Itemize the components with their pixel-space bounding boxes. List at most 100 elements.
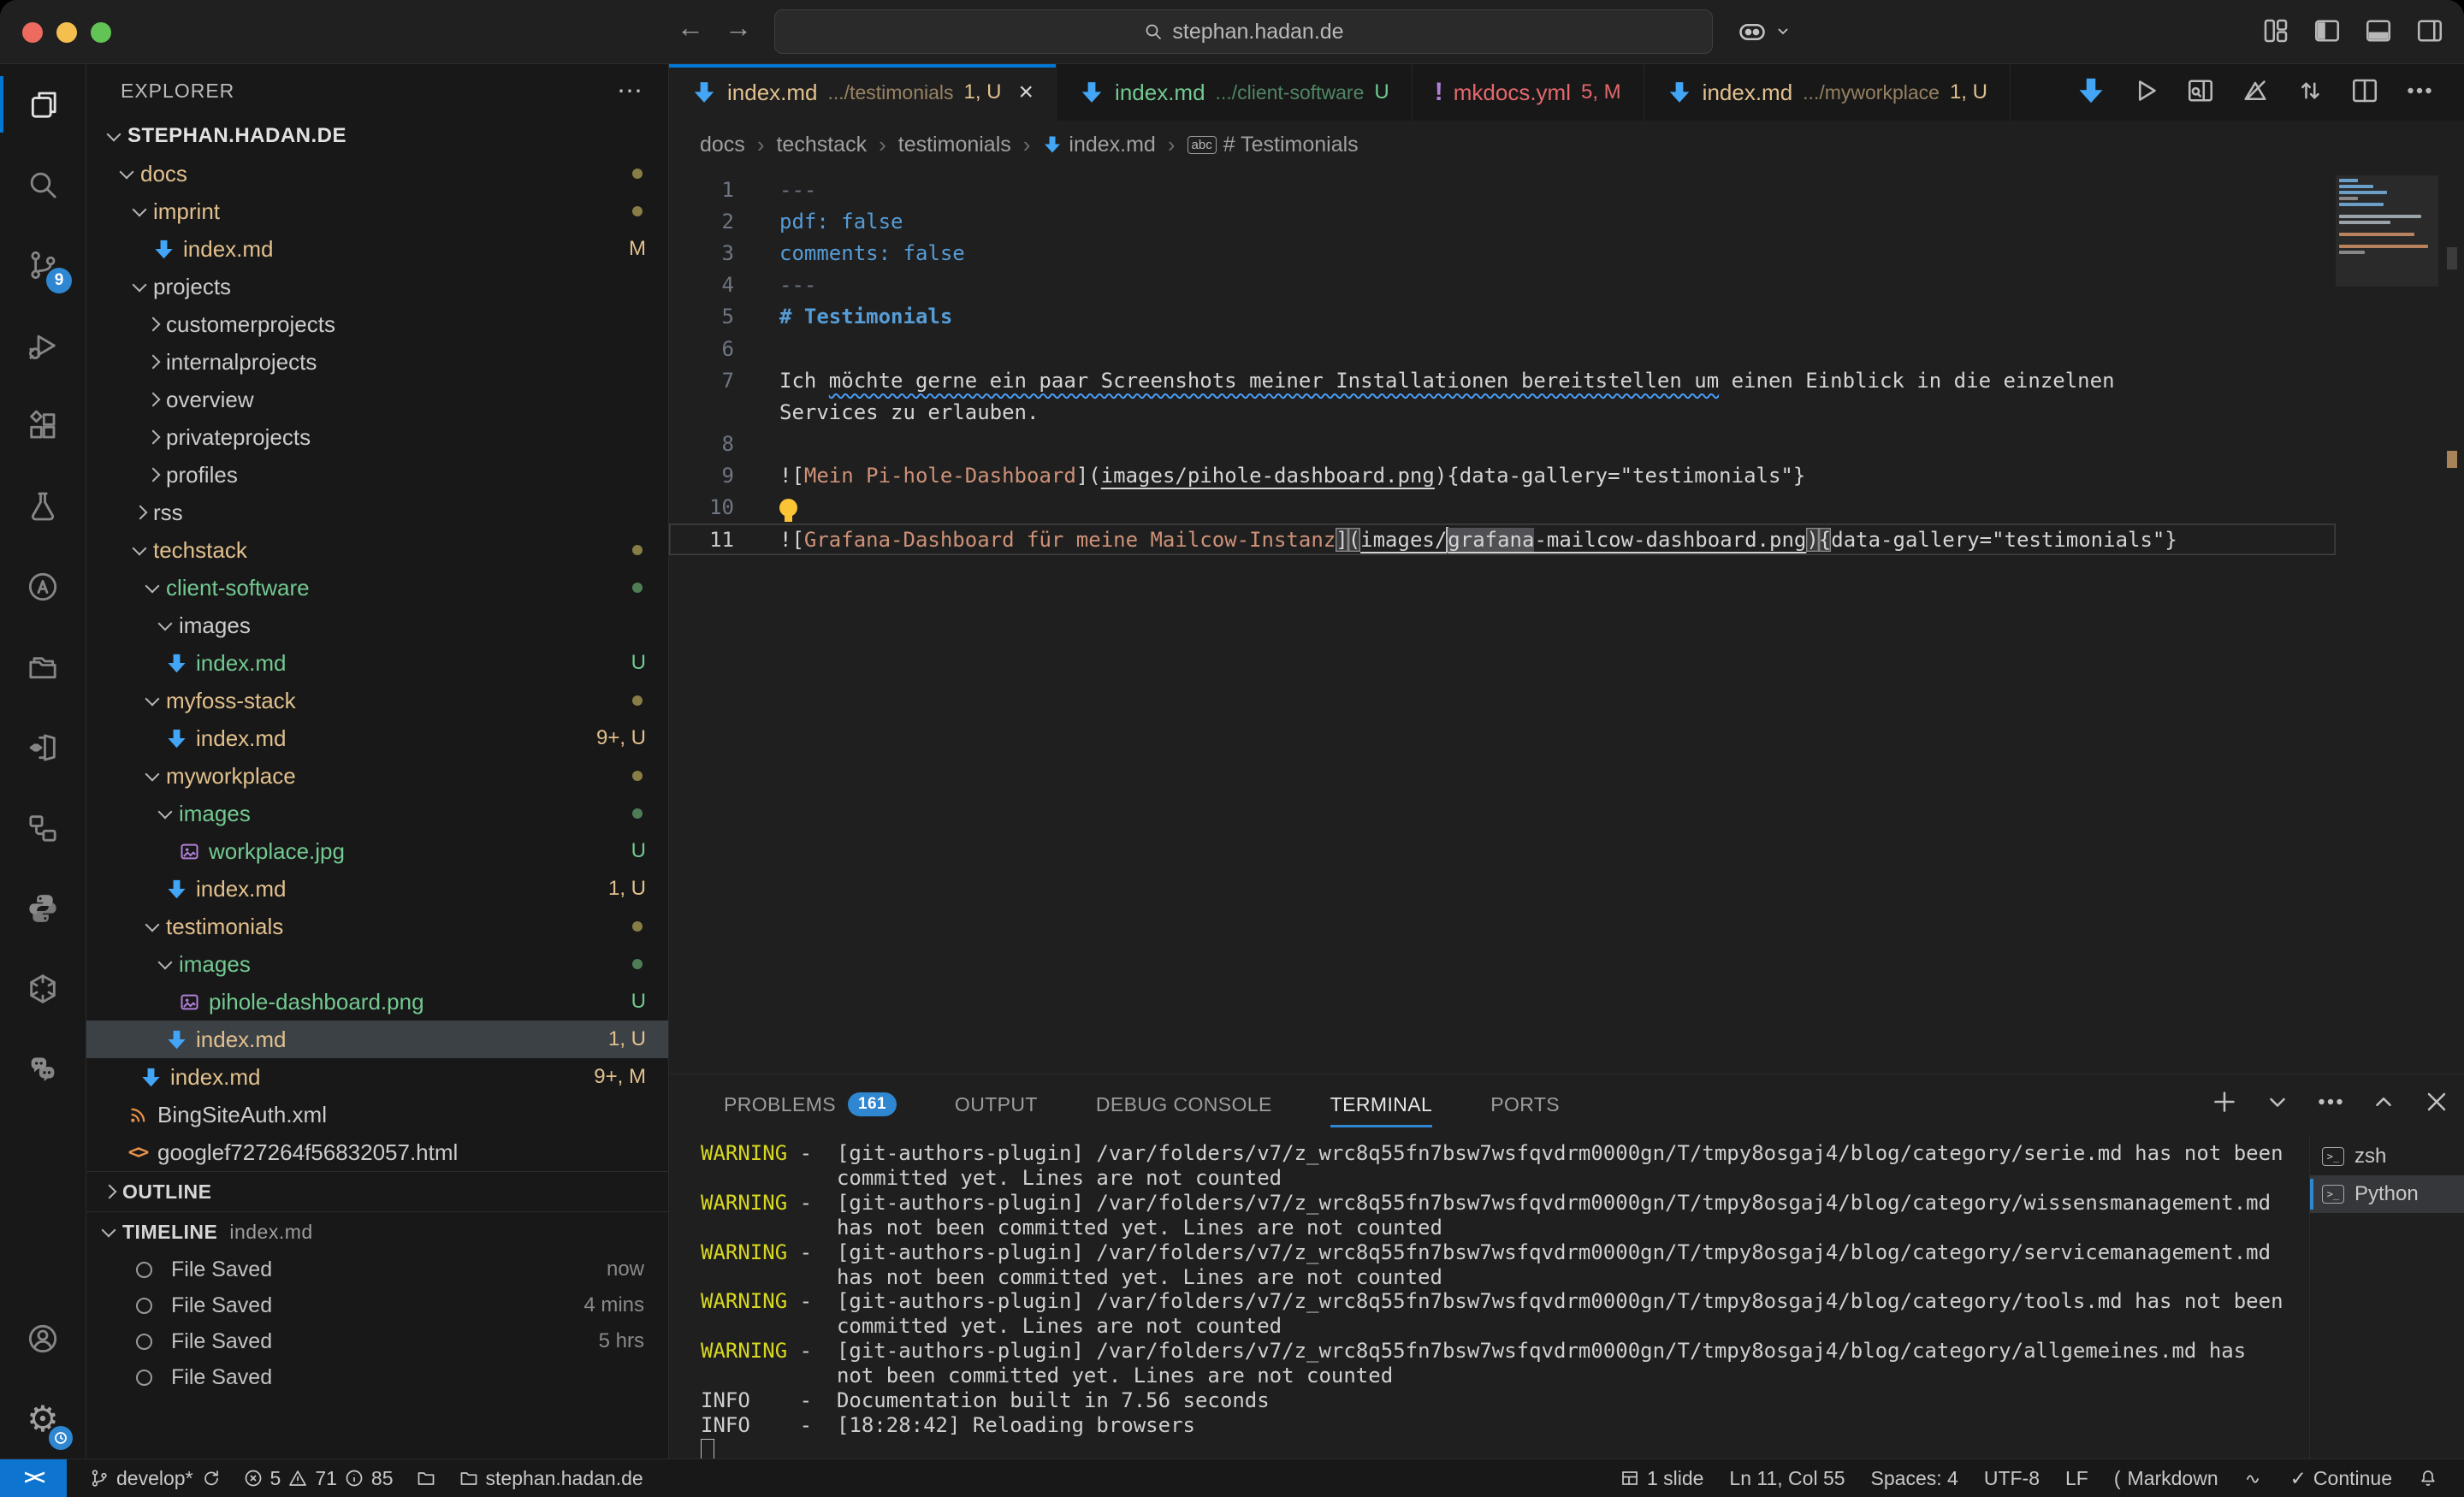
terminal-session-zsh[interactable]: >_zsh bbox=[2310, 1138, 2464, 1175]
sync-changes-action[interactable] bbox=[2295, 75, 2325, 110]
editor-line-4[interactable]: 4--- bbox=[669, 269, 2336, 301]
panel-tab-output[interactable]: OUTPUT bbox=[955, 1074, 1038, 1134]
open-preview-side-action[interactable] bbox=[2185, 75, 2216, 110]
timeline-entry[interactable]: File Saved5 hrs bbox=[86, 1323, 668, 1359]
marp-slides-status[interactable]: 1 slide bbox=[1620, 1467, 1703, 1490]
more-action[interactable] bbox=[2404, 75, 2435, 110]
breadcrumb-item[interactable]: techstack bbox=[776, 133, 867, 157]
run-action[interactable] bbox=[2130, 75, 2161, 110]
editor-line-wrap[interactable]: Services zu erlauben. bbox=[669, 396, 2336, 428]
editor-tab-1[interactable]: index.md.../testimonials1, U× bbox=[669, 64, 1057, 121]
editor-tab-4[interactable]: index.md.../myworkplace1, U bbox=[1644, 64, 2011, 121]
activity-item-hexagon[interactable] bbox=[0, 949, 86, 1029]
editor[interactable]: 1---2pdf: false3comments: false4---5# Te… bbox=[669, 169, 2464, 1074]
lightbulb-icon[interactable] bbox=[779, 499, 797, 517]
tree-item-index-md[interactable]: index.md9+, U bbox=[86, 719, 668, 757]
editor-line-1[interactable]: 1--- bbox=[669, 174, 2336, 205]
activity-item-exit-door[interactable] bbox=[0, 707, 86, 788]
chevron-down-action[interactable] bbox=[2262, 1086, 2293, 1121]
panel-tab-ports[interactable]: PORTS bbox=[1490, 1074, 1560, 1134]
activity-item-python[interactable] bbox=[0, 868, 86, 949]
activity-item-run-debug[interactable] bbox=[0, 305, 86, 386]
lint-triangle-action[interactable] bbox=[2240, 75, 2271, 110]
tree-item-client-software[interactable]: client-software bbox=[86, 569, 668, 606]
tree-item-testimonials[interactable]: testimonials bbox=[86, 908, 668, 945]
problems-status[interactable]: 5 71 85 bbox=[243, 1467, 394, 1490]
timeline-entry[interactable]: File Saved4 mins bbox=[86, 1287, 668, 1323]
encoding-status[interactable]: UTF-8 bbox=[1984, 1467, 2040, 1490]
activity-item-account[interactable] bbox=[0, 1299, 86, 1379]
editor-line-7[interactable]: 7Ich möchte gerne ein paar Screenshots m… bbox=[669, 364, 2336, 396]
toggle-panel-icon[interactable] bbox=[2363, 15, 2394, 46]
branch-status[interactable]: develop* bbox=[89, 1467, 221, 1490]
window-close-button[interactable] bbox=[22, 22, 43, 43]
close-icon[interactable]: × bbox=[1019, 78, 1034, 107]
panel-tab-terminal[interactable]: TERMINAL bbox=[1330, 1074, 1433, 1134]
breadcrumb-item[interactable]: abc# Testimonials bbox=[1188, 133, 1359, 157]
tree-item-index-md[interactable]: index.md1, U bbox=[86, 870, 668, 908]
timeline-entry[interactable]: File Saved bbox=[86, 1359, 668, 1395]
tree-item-imprint[interactable]: imprint bbox=[86, 192, 668, 230]
panel-tab-debug-console[interactable]: DEBUG CONSOLE bbox=[1096, 1074, 1272, 1134]
breadcrumb-item[interactable]: index.md bbox=[1042, 133, 1155, 157]
eol-status[interactable]: LF bbox=[2065, 1467, 2088, 1490]
tree-item-bingsiteauth-xml[interactable]: BingSiteAuth.xml bbox=[86, 1096, 668, 1133]
activity-item-a-circle[interactable] bbox=[0, 547, 86, 627]
remote-indicator[interactable]: >< bbox=[0, 1459, 67, 1497]
continue-status[interactable]: ✓ Continue bbox=[2290, 1467, 2392, 1490]
tree-item-images[interactable]: images bbox=[86, 606, 668, 644]
customize-layout-icon[interactable] bbox=[2260, 15, 2291, 46]
activity-item-folder-library[interactable] bbox=[0, 627, 86, 707]
tree-item-images[interactable]: images bbox=[86, 795, 668, 832]
editor-line-5[interactable]: 5# Testimonials bbox=[669, 301, 2336, 333]
notifications-status[interactable] bbox=[2418, 1468, 2438, 1488]
editor-line-6[interactable]: 6 bbox=[669, 333, 2336, 364]
tree-item-pihole-dashboard-png[interactable]: pihole-dashboard.pngU bbox=[86, 983, 668, 1021]
squiggle-status[interactable] bbox=[2244, 1468, 2265, 1488]
tree-item-techstack[interactable]: techstack bbox=[86, 531, 668, 569]
editor-line-2[interactable]: 2pdf: false bbox=[669, 205, 2336, 237]
tree-item-docs[interactable]: docs bbox=[86, 155, 668, 192]
activity-item-extensions[interactable] bbox=[0, 386, 86, 466]
window-minimize-button[interactable] bbox=[56, 22, 77, 43]
editor-line-3[interactable]: 3comments: false bbox=[669, 237, 2336, 269]
editor-tab-3[interactable]: !mkdocs.yml5, M bbox=[1413, 64, 1644, 121]
more-action[interactable] bbox=[2315, 1086, 2346, 1121]
tree-item-internalprojects[interactable]: internalprojects bbox=[86, 343, 668, 381]
tree-item-overview[interactable]: overview bbox=[86, 381, 668, 418]
terminal-output[interactable]: WARNING - [git-authors-plugin] /var/fold… bbox=[669, 1136, 2309, 1459]
cursor-position-status[interactable]: Ln 11, Col 55 bbox=[1729, 1467, 1845, 1490]
tree-item-myfoss-stack[interactable]: myfoss-stack bbox=[86, 682, 668, 719]
toggle-secondary-sidebar-icon[interactable] bbox=[2414, 15, 2445, 46]
language-mode-status[interactable]: ( Markdown bbox=[2114, 1467, 2218, 1490]
timeline-entry[interactable]: File Savednow bbox=[86, 1251, 668, 1287]
tree-item-images[interactable]: images bbox=[86, 945, 668, 983]
editor-line-9[interactable]: 9![Mein Pi-hole-Dashboard](images/pihole… bbox=[669, 460, 2336, 492]
tree-item-index-md[interactable]: index.md9+, M bbox=[86, 1058, 668, 1096]
tree-item-myworkplace[interactable]: myworkplace bbox=[86, 757, 668, 795]
tree-item-customerprojects[interactable]: customerprojects bbox=[86, 305, 668, 343]
editor-line-11[interactable]: 11![Grafana-Dashboard für meine Mailcow-… bbox=[669, 524, 2336, 555]
tree-item-index-md[interactable]: index.mdM bbox=[86, 230, 668, 268]
tree-item-profiles[interactable]: profiles bbox=[86, 456, 668, 494]
markdown-preview-action[interactable] bbox=[2076, 75, 2106, 110]
forward-icon[interactable]: → bbox=[719, 12, 758, 44]
tree-item-workplace-jpg[interactable]: workplace.jpgU bbox=[86, 832, 668, 870]
timeline-section[interactable]: TIMELINE index.md bbox=[86, 1211, 668, 1251]
editor-line-10[interactable]: 10 bbox=[669, 492, 2336, 524]
breadcrumb-item[interactable]: docs bbox=[700, 133, 745, 157]
tree-item-index-md[interactable]: index.mdU bbox=[86, 644, 668, 682]
panel-tab-problems[interactable]: PROBLEMS161 bbox=[724, 1074, 897, 1134]
outline-section[interactable]: OUTLINE bbox=[86, 1171, 668, 1211]
plus-action[interactable] bbox=[2209, 1086, 2240, 1121]
breadcrumb-item[interactable]: testimonials bbox=[898, 133, 1011, 157]
tree-item-googlef727264f56832057-html[interactable]: <>googlef727264f56832057.html bbox=[86, 1133, 668, 1171]
activity-item-chat-duo[interactable] bbox=[0, 1029, 86, 1109]
activity-item-search[interactable] bbox=[0, 145, 86, 225]
editor-tab-2[interactable]: index.md.../client-softwareU bbox=[1057, 64, 1413, 121]
window-zoom-button[interactable] bbox=[91, 22, 111, 43]
activity-item-source-control[interactable]: 9 bbox=[0, 225, 86, 305]
explorer-root-row[interactable]: STEPHAN.HADAN.DE bbox=[86, 117, 668, 155]
back-icon[interactable]: ← bbox=[671, 12, 710, 44]
tree-item-privateprojects[interactable]: privateprojects bbox=[86, 418, 668, 456]
